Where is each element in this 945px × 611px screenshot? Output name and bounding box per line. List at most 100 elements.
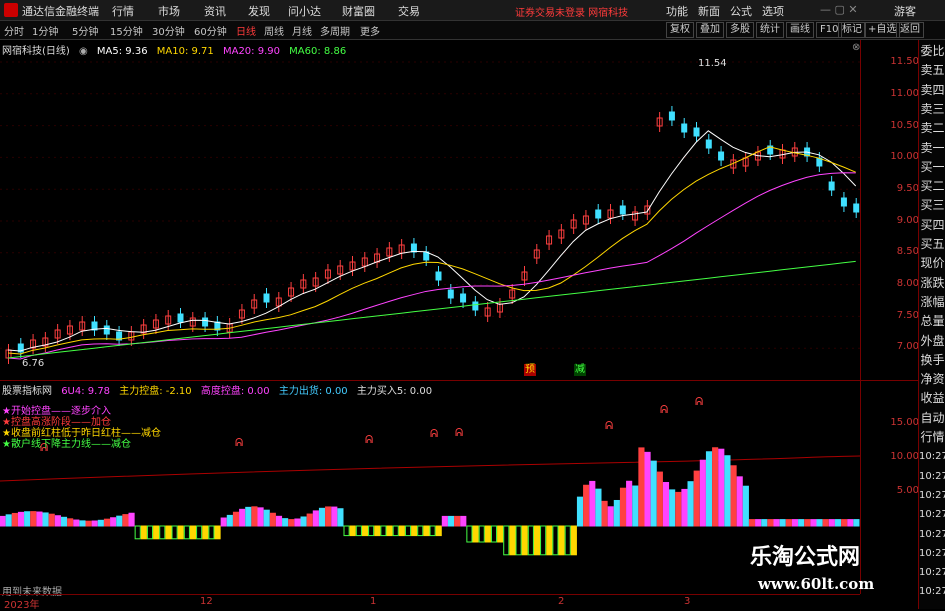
indicator-bar bbox=[435, 525, 442, 537]
btn-fanhui[interactable]: 返回 bbox=[896, 22, 924, 38]
signal-yu: 预 bbox=[524, 364, 536, 376]
indicator-bar bbox=[54, 515, 61, 527]
indicator-bar bbox=[91, 520, 98, 527]
indicator-bar bbox=[816, 519, 823, 527]
btn-diejia[interactable]: 叠加 bbox=[696, 22, 724, 38]
side-panel-label: 10:27 bbox=[919, 509, 945, 521]
butterfly-icon: ᕱ bbox=[605, 419, 613, 432]
indicator-bar bbox=[361, 525, 369, 537]
side-panel-label: 委比 bbox=[920, 44, 945, 58]
period-day[interactable]: 日线 bbox=[236, 23, 256, 38]
ma5-line bbox=[7, 130, 857, 352]
menu-item-gongneng[interactable]: 功能 bbox=[666, 3, 688, 19]
menu-item-hangqing[interactable]: 行情 bbox=[112, 3, 134, 19]
indicator-bar bbox=[607, 506, 614, 527]
menu-item-faxian[interactable]: 发现 bbox=[248, 3, 270, 19]
indicator-bar bbox=[165, 525, 172, 540]
login-warning: 证券交易未登录 网宿科技 bbox=[515, 8, 629, 19]
indicator-bar bbox=[755, 519, 762, 527]
stock-title: 网宿科技(日线) bbox=[2, 46, 70, 57]
menu-item-jiaoyi[interactable]: 交易 bbox=[398, 3, 420, 19]
indicator-bar bbox=[24, 511, 31, 527]
price-tick: 11.00 bbox=[890, 88, 919, 99]
menu-item-wenxiaoda[interactable]: 问小达 bbox=[288, 3, 321, 19]
btn-zixuan[interactable]: +自选 bbox=[864, 22, 901, 38]
butterfly-icon: ᕱ bbox=[695, 395, 703, 408]
indicator-bar bbox=[177, 525, 184, 540]
indicator-bar bbox=[85, 520, 92, 527]
menu-item-caifuquan[interactable]: 财富圈 bbox=[342, 3, 375, 19]
candle-body bbox=[460, 293, 467, 303]
indicator-bar bbox=[810, 519, 817, 527]
note-item: ★控盘高涨阶段——加仓 bbox=[2, 417, 111, 428]
window-controls-icon[interactable]: — ▢ ✕ bbox=[820, 3, 858, 16]
indicator-bar bbox=[282, 518, 289, 527]
btn-biaoji[interactable]: 标记 bbox=[838, 22, 866, 38]
btn-tongji[interactable]: 统计 bbox=[756, 22, 784, 38]
indicator-bar bbox=[785, 519, 792, 527]
indicator-bar bbox=[337, 508, 344, 527]
menu-item-shichang[interactable]: 市场 bbox=[158, 3, 180, 19]
indicator-bar bbox=[343, 525, 350, 537]
indicator-bar bbox=[386, 525, 393, 537]
indicator-bar bbox=[232, 511, 240, 527]
btn-huaxian[interactable]: 画线 bbox=[786, 22, 814, 38]
period-fenshi[interactable]: 分时 bbox=[4, 23, 24, 38]
side-panel-label: 收益 bbox=[920, 391, 945, 406]
indicator-bar bbox=[103, 518, 111, 527]
period-15min[interactable]: 15分钟 bbox=[110, 23, 143, 38]
indicator-bar bbox=[36, 511, 43, 527]
menu-item-xuanxiang[interactable]: 选项 bbox=[762, 3, 784, 19]
indicator-bar bbox=[632, 485, 639, 527]
indicator-bar bbox=[681, 488, 688, 527]
period-week[interactable]: 周线 bbox=[264, 23, 284, 38]
indicator-bar bbox=[374, 525, 381, 537]
candle-body bbox=[853, 203, 860, 213]
candlestick-chart[interactable] bbox=[0, 40, 860, 380]
indicator-bar bbox=[300, 516, 307, 527]
price-tick: 11.50 bbox=[890, 56, 919, 67]
indicator-bar bbox=[570, 525, 577, 556]
indicator-bar bbox=[398, 525, 405, 537]
period-multi[interactable]: 多周期 bbox=[320, 23, 350, 38]
indicator-bar bbox=[662, 482, 670, 527]
side-panel-label: 10:27 bbox=[919, 567, 945, 579]
indicator-bar bbox=[779, 519, 786, 527]
indicator-bar bbox=[460, 515, 467, 527]
indicator-bar bbox=[48, 513, 55, 527]
period-month[interactable]: 月线 bbox=[292, 23, 312, 38]
indicator-bar bbox=[601, 500, 608, 527]
indicator-bar bbox=[546, 525, 553, 556]
side-panel-label: 卖三 bbox=[920, 101, 945, 116]
ma-settings-icon[interactable]: ◉ bbox=[79, 46, 88, 57]
period-more[interactable]: 更多 bbox=[360, 23, 380, 38]
quote-side-panel: 委比 卖五 卖四 卖三 卖二 卖一 买一 买二 买三 买四 买五 现价 涨跌 涨幅 总量 外盘 换手 净资 收益 自动… bbox=[918, 40, 945, 609]
menu-item-gongshi[interactable]: 公式 bbox=[730, 3, 752, 19]
user-guest[interactable]: 游客 bbox=[894, 3, 916, 19]
indicator-bar bbox=[417, 525, 424, 537]
indicator-bar bbox=[822, 519, 829, 527]
side-panel-label[interactable]: 行情 bbox=[919, 430, 945, 445]
indicator-name[interactable]: 股票指标网 bbox=[2, 386, 52, 397]
indicator-bar bbox=[675, 491, 682, 527]
period-30min[interactable]: 30分钟 bbox=[152, 23, 185, 38]
period-1min[interactable]: 1分钟 bbox=[32, 23, 58, 38]
indicator-bar bbox=[804, 519, 811, 527]
time-axis: 2023年 12 1 2 3 bbox=[0, 594, 860, 611]
menu-item-xinmian[interactable]: 新面 bbox=[698, 3, 720, 19]
candle-body bbox=[840, 197, 847, 207]
candle-body bbox=[472, 301, 479, 311]
side-panel-label[interactable]: 自动 bbox=[919, 411, 945, 426]
indicator-bar bbox=[583, 484, 590, 527]
low-price-label: 6.76 bbox=[22, 358, 45, 369]
btn-duogu[interactable]: 多股 bbox=[726, 22, 754, 38]
indicator-bar bbox=[834, 519, 842, 527]
indicator-zhulikongpan: 主力控盘: -2.10 bbox=[119, 386, 192, 397]
menu-item-zixun[interactable]: 资讯 bbox=[204, 3, 226, 19]
time-tick: 2 bbox=[558, 596, 565, 607]
indicator-bar bbox=[576, 496, 584, 527]
period-60min[interactable]: 60分钟 bbox=[194, 23, 227, 38]
btn-fuquan[interactable]: 复权 bbox=[666, 22, 694, 38]
candle-body bbox=[263, 293, 270, 303]
period-5min[interactable]: 5分钟 bbox=[72, 23, 98, 38]
